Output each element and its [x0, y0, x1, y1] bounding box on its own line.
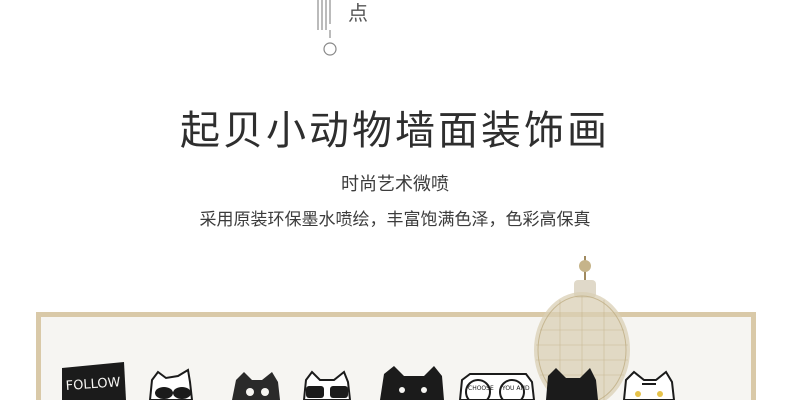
cat-round-glasses: CHOOSE YOU AND	[458, 373, 536, 400]
deco-circle-icon	[323, 42, 337, 56]
glasses-label-right: YOU AND	[501, 385, 530, 392]
cat-follow-sign: FOLLOW	[62, 362, 126, 400]
page-title: 起贝小动物墙面装饰画	[180, 108, 610, 154]
header-char: 点	[348, 1, 368, 25]
glasses-label-left: CHOOSE	[468, 385, 494, 392]
subtitle: 时尚艺术微喷	[341, 174, 449, 195]
description: 采用原装环保墨水喷绘，丰富饱满色泽，色彩高保真	[199, 210, 591, 230]
product-photo: FOLLOW CHOOSE YOU AND	[0, 240, 790, 400]
